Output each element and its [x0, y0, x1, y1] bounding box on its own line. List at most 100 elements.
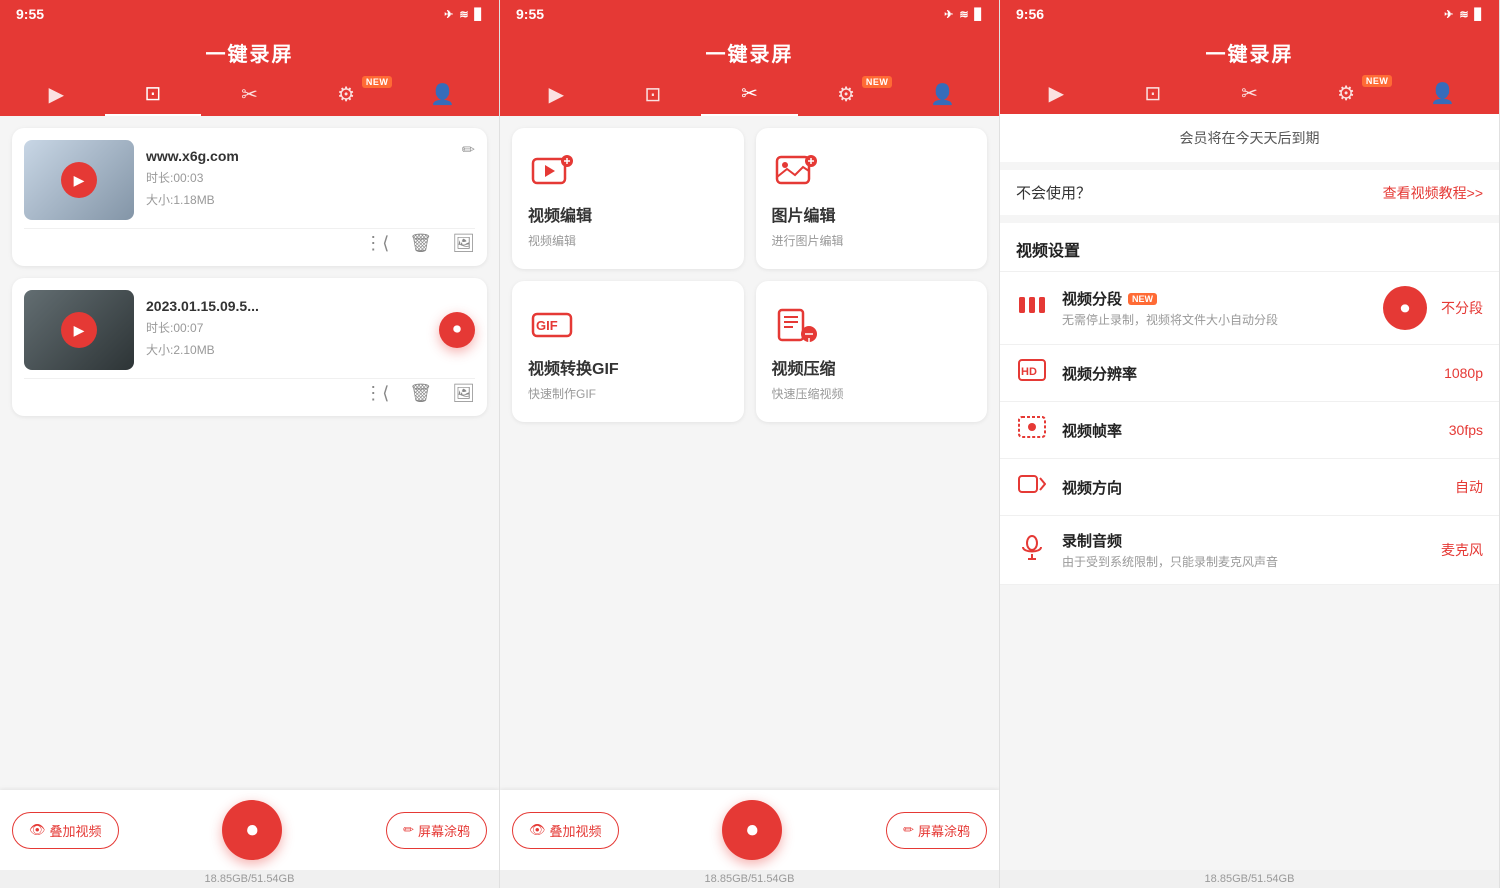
segment-value: 不分段 [1441, 298, 1483, 318]
settings-row-audio[interactable]: 录制音频 由于受到系统限制，只能录制麦克风声音 麦克风 [1000, 516, 1499, 585]
settings-content: 会员将在今天天后到期 不会使用？ 查看视频教程>> 视频设置 视频分段 NEW … [1000, 114, 1499, 870]
tools-grid: 视频编辑 视频编辑 图片编辑 进行图片编辑 GIF [500, 116, 999, 434]
status-icons-1: ✈ ≋ ▊ [444, 8, 483, 21]
tab-tools-1[interactable]: ✂ [201, 82, 298, 115]
draw-btn-2[interactable]: ✏ 屏幕涂鸦 [886, 812, 987, 849]
audio-subtitle: 由于受到系统限制，只能录制麦克风声音 [1062, 553, 1427, 570]
tab-settings-3[interactable]: NEW ⚙ [1298, 81, 1395, 114]
settings-row-orientation[interactable]: 视频方向 自动 [1000, 459, 1499, 516]
status-icons-3: ✈ ≋ ▊ [1444, 8, 1483, 21]
tab-avatar-3[interactable]: 👤 [1394, 81, 1491, 114]
compress-icon [775, 304, 817, 346]
avatar-icon-1: 👤 [430, 82, 455, 107]
tool-desc-4: 快速压缩视频 [772, 385, 844, 402]
tool-image-edit[interactable]: 图片编辑 进行图片编辑 [756, 128, 988, 269]
settings-row-fps[interactable]: 视频帧率 30fps [1000, 402, 1499, 459]
avatar-icon-3: 👤 [1430, 81, 1455, 106]
tool-gif[interactable]: GIF 视频转换GIF 快速制作GIF [512, 281, 744, 422]
orientation-value: 自动 [1455, 477, 1483, 497]
video-icon-2: ▶ [549, 82, 564, 107]
tab-settings-1[interactable]: NEW ⚙ [298, 82, 395, 115]
video-duration-2: 时长:00:07 [146, 318, 427, 340]
app-title-1: 一键录屏 [0, 28, 499, 75]
video-thumb-1: ▶ [24, 140, 134, 220]
video-duration-1: 时长:00:03 [146, 168, 450, 190]
audio-value: 麦克风 [1441, 540, 1483, 560]
panel-2: 9:55 ✈ ≋ ▊ 一键录屏 ▶ ⊡ ✂ NEW ⚙ 👤 [500, 0, 1000, 888]
tab-video-2[interactable]: ▶ [508, 82, 605, 115]
video-size-2: 大小:2.10MB [146, 340, 427, 362]
tab-crop-3[interactable]: ⊡ [1105, 81, 1202, 114]
new-badge-1: NEW [362, 76, 393, 88]
video-icon-3: ▶ [1049, 81, 1064, 106]
record-fab-1[interactable]: ⏺ [222, 800, 282, 860]
tool-desc-3: 快速制作GIF [528, 385, 596, 402]
bottom-bar-1: 👁 叠加视频 ⏺ ✏ 屏幕涂鸦 [0, 790, 499, 870]
video-card-1: ▶ www.x6g.com 时长:00:03 大小:1.18MB ✏ ⋮⟨ 🗑 … [12, 128, 487, 266]
tab-avatar-2[interactable]: 👤 [894, 82, 991, 115]
eye-icon-2: 👁 [529, 822, 546, 838]
record-fab-2[interactable]: ⏺ [722, 800, 782, 860]
video-card-2: ▶ 2023.01.15.09.5... 时长:00:07 大小:2.10MB … [12, 278, 487, 416]
tab-crop-1[interactable]: ⊡ [105, 81, 202, 116]
overlay-btn-2[interactable]: 👁 叠加视频 [512, 812, 619, 849]
time-1: 9:55 [16, 6, 44, 22]
tool-name-1: 视频编辑 [528, 202, 592, 226]
delete-icon-1[interactable]: 🗑 [409, 233, 432, 254]
resolution-icon: HD [1016, 359, 1048, 387]
tab-settings-2[interactable]: NEW ⚙ [798, 82, 895, 115]
tab-avatar-1[interactable]: 👤 [394, 82, 491, 115]
segment-icon [1016, 294, 1048, 322]
crop-icon-1: ⊡ [145, 81, 162, 106]
delete-icon-2[interactable]: 🗑 [409, 383, 432, 404]
segment-record-btn[interactable]: ⏺ [1383, 286, 1427, 330]
tools-icon-3: ✂ [1241, 81, 1258, 106]
image-edit-icon [775, 151, 817, 193]
draw-btn-1[interactable]: ✏ 屏幕涂鸦 [386, 812, 487, 849]
pencil-icon-1: ✏ [403, 822, 414, 838]
video-thumb-2: ▶ [24, 290, 134, 370]
tab-tools-2[interactable]: ✂ [701, 81, 798, 116]
help-row: 不会使用？ 查看视频教程>> [1000, 170, 1499, 215]
video-title-1: www.x6g.com [146, 148, 450, 164]
tool-desc-2: 进行图片编辑 [772, 232, 844, 249]
svg-text:HD: HD [1021, 366, 1037, 378]
edit-icon-1[interactable]: ✏ [462, 140, 475, 160]
help-link[interactable]: 查看视频教程>> [1383, 183, 1483, 203]
tool-name-2: 图片编辑 [772, 202, 836, 226]
image-icon-1[interactable]: 🖼 [452, 233, 475, 254]
panel-1: 9:55 ✈ ≋ ▊ 一键录屏 ▶ ⊡ ✂ NEW ⚙ 👤 [0, 0, 500, 888]
video-edit-icon [531, 151, 573, 193]
audio-title: 录制音频 [1062, 530, 1122, 551]
segment-title: 视频分段 [1062, 288, 1122, 309]
eye-icon-1: 👁 [29, 822, 46, 838]
crop-icon-2: ⊡ [645, 82, 662, 107]
settings-icon-1: ⚙ [337, 82, 355, 107]
image-icon-2[interactable]: 🖼 [452, 383, 475, 404]
tab-video-1[interactable]: ▶ [8, 82, 105, 115]
settings-row-resolution[interactable]: HD 视频分辨率 1080p [1000, 345, 1499, 402]
orientation-icon [1016, 473, 1048, 501]
tab-tools-3[interactable]: ✂ [1201, 81, 1298, 114]
record-mini-btn-1[interactable]: ⏺ [439, 312, 475, 348]
storage-bar-1: 18.85GB/51.54GB [0, 870, 499, 888]
play-btn-1[interactable]: ▶ [61, 162, 97, 198]
membership-banner: 会员将在今天天后到期 [1000, 114, 1499, 162]
tab-video-3[interactable]: ▶ [1008, 81, 1105, 114]
tab-bar-3: ▶ ⊡ ✂ NEW ⚙ 👤 [1000, 75, 1499, 114]
play-btn-2[interactable]: ▶ [61, 312, 97, 348]
share-icon-2[interactable]: ⋮⟨ [364, 383, 389, 404]
tool-name-3: 视频转换GIF [528, 355, 619, 379]
tool-video-edit[interactable]: 视频编辑 视频编辑 [512, 128, 744, 269]
tool-compress[interactable]: 视频压缩 快速压缩视频 [756, 281, 988, 422]
video-icon-1: ▶ [49, 82, 64, 107]
new-badge-3: NEW [1362, 75, 1393, 87]
overlay-btn-1[interactable]: 👁 叠加视频 [12, 812, 119, 849]
fps-title: 视频帧率 [1062, 420, 1122, 441]
time-2: 9:55 [516, 6, 544, 22]
status-icons-2: ✈ ≋ ▊ [944, 8, 983, 21]
svg-text:GIF: GIF [536, 318, 558, 333]
tab-crop-2[interactable]: ⊡ [605, 82, 702, 115]
share-icon-1[interactable]: ⋮⟨ [364, 233, 389, 254]
settings-row-segment[interactable]: 视频分段 NEW 无需停止录制，视频将文件大小自动分段 ⏺ 不分段 [1000, 272, 1499, 345]
